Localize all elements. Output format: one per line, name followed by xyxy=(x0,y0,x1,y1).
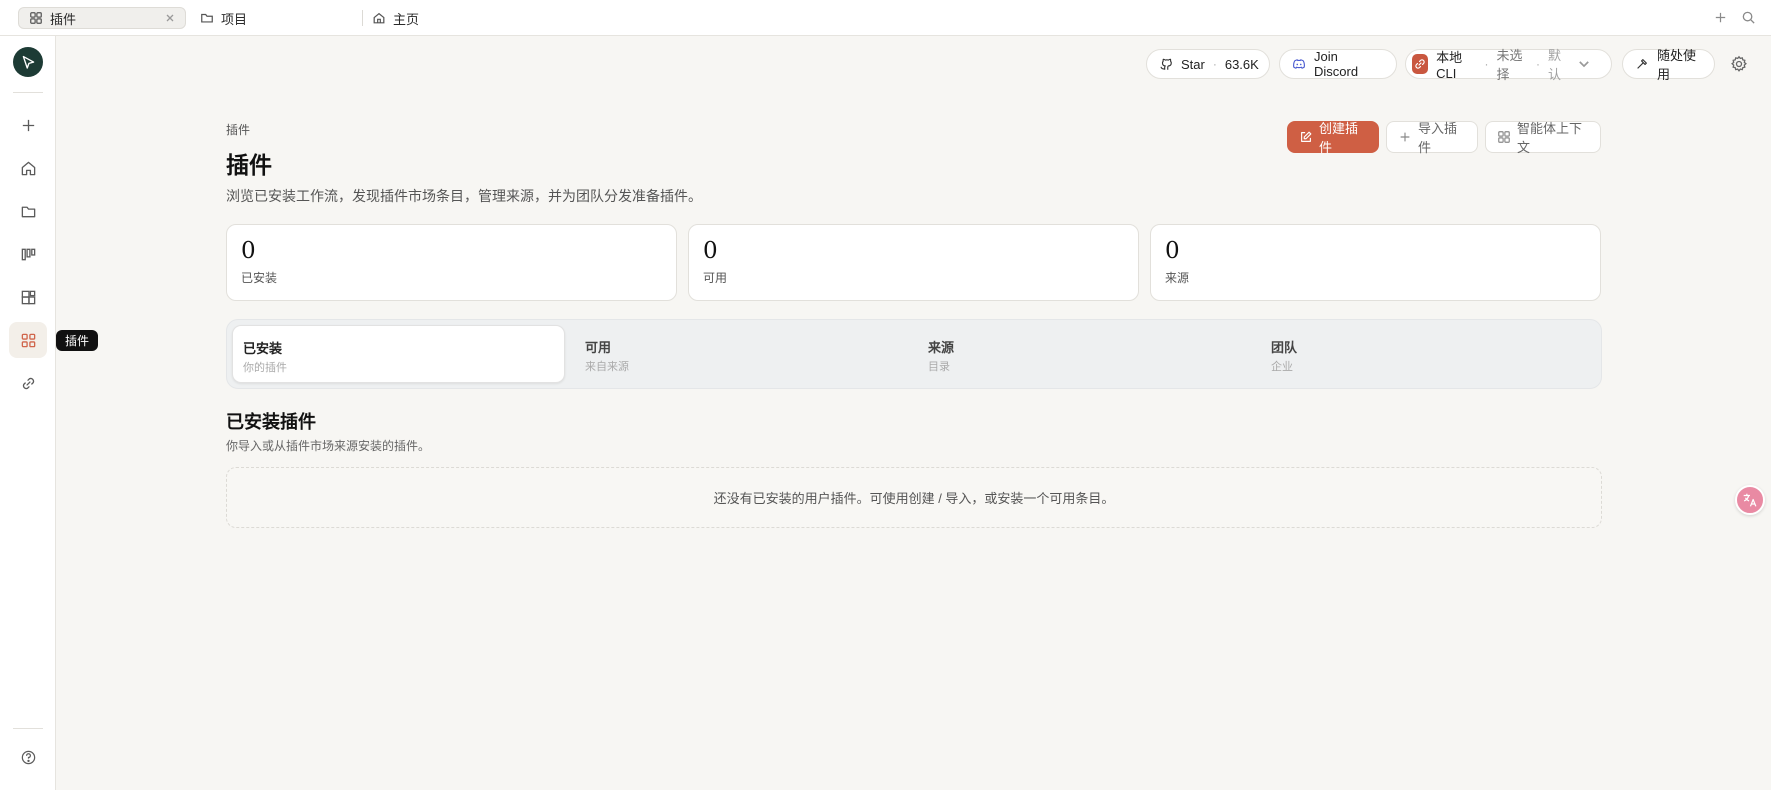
section-description: 你导入或从插件市场来源安装的插件。 xyxy=(226,439,431,453)
cli-selector[interactable]: 本地 CLI · 未选择 · 默认 xyxy=(1405,48,1612,82)
kanban-icon xyxy=(20,246,37,263)
join-discord-button[interactable]: Join Discord xyxy=(1279,49,1397,79)
import-plugin-button[interactable]: 导入插件 xyxy=(1386,121,1478,155)
sidebar-item-home[interactable] xyxy=(9,150,47,186)
tab-plugins[interactable]: 插件 xyxy=(18,7,186,29)
tab-label: 主页 xyxy=(393,11,420,27)
stat-label: 已安装 xyxy=(241,271,278,285)
rail-divider xyxy=(13,92,43,93)
tab-label: 插件 xyxy=(50,11,77,27)
tab-title: 已安装 xyxy=(243,341,283,356)
tab-home[interactable]: 主页 xyxy=(362,7,522,29)
stat-value: 0 xyxy=(703,238,718,264)
sidebar-tooltip: 插件 xyxy=(56,330,99,351)
star-label: Star xyxy=(1181,56,1205,72)
star-count: 63.6K xyxy=(1224,56,1259,72)
stat-card-sources: 0 来源 xyxy=(1150,224,1601,301)
folder-icon xyxy=(20,203,37,220)
hammer-icon xyxy=(1635,57,1657,71)
tab-team[interactable]: 团队 企业 xyxy=(1261,325,1594,383)
tab-available[interactable]: 可用 来自来源 xyxy=(575,325,908,383)
tab-title: 团队 xyxy=(1271,340,1298,355)
sidebar-item-board[interactable] xyxy=(9,236,47,272)
empty-state: 还没有已安装的用户插件。可使用创建 / 导入，或安装一个可用条目。 xyxy=(226,467,1602,528)
sidebar-item-apps[interactable] xyxy=(9,279,47,315)
new-tab-icon[interactable] xyxy=(1713,10,1728,25)
sidebar-item-new[interactable] xyxy=(9,107,47,143)
help-button[interactable] xyxy=(9,739,47,775)
page-title: 插件 xyxy=(226,152,272,179)
section-title: 已安装插件 xyxy=(226,412,316,433)
tab-projects[interactable]: 项目 xyxy=(190,7,350,29)
rail-divider xyxy=(13,728,43,729)
discord-icon xyxy=(1292,57,1314,71)
close-icon[interactable] xyxy=(164,12,176,24)
tab-label: 项目 xyxy=(221,11,248,27)
use-anywhere-label: 随处使用 xyxy=(1657,48,1697,82)
chevron-down-icon xyxy=(1577,57,1599,71)
app-logo[interactable] xyxy=(13,47,43,77)
create-plugin-label: 创建插件 xyxy=(1319,121,1359,155)
tab-sources[interactable]: 来源 目录 xyxy=(918,325,1251,383)
edit-icon xyxy=(1299,130,1319,144)
page-description: 浏览已安装工作流，发现插件市场条目，管理来源，并为团队分发准备插件。 xyxy=(226,188,702,204)
folder-icon xyxy=(200,11,214,25)
tab-subtitle: 你的插件 xyxy=(243,362,287,374)
discord-label: Join Discord xyxy=(1314,49,1359,79)
cli-model: 未选择 xyxy=(1496,48,1523,82)
separator-dot: · xyxy=(1484,57,1489,71)
cli-label: 本地 CLI xyxy=(1436,50,1463,81)
gear-icon[interactable] xyxy=(1730,55,1748,73)
tab-subtitle: 企业 xyxy=(1271,361,1293,373)
translate-icon[interactable] xyxy=(1735,485,1765,515)
grid-icon xyxy=(20,332,37,349)
stat-label: 可用 xyxy=(703,271,728,285)
stat-value: 0 xyxy=(241,238,256,264)
tab-title: 来源 xyxy=(928,340,955,355)
apps-icon xyxy=(20,289,37,306)
github-star-button[interactable]: Star · 63.6K xyxy=(1146,49,1270,79)
grid-icon xyxy=(29,11,43,25)
separator-dot: · xyxy=(1535,57,1540,71)
tab-subtitle: 来自来源 xyxy=(585,361,629,373)
agent-context-label: 智能体上下文 xyxy=(1517,121,1583,155)
import-plugin-label: 导入插件 xyxy=(1418,121,1458,155)
create-plugin-button[interactable]: 创建插件 xyxy=(1287,121,1379,155)
separator-dot: · xyxy=(1212,57,1217,71)
home-icon xyxy=(20,160,37,177)
tab-strip: 插件 项目 主页 xyxy=(0,0,1771,36)
grid-icon xyxy=(1497,130,1517,144)
cli-link-icon xyxy=(1412,54,1429,74)
sidebar-rail xyxy=(0,36,56,790)
plus-icon xyxy=(1398,130,1418,144)
sidebar-item-links[interactable] xyxy=(9,365,47,401)
github-icon xyxy=(1159,57,1181,71)
empty-state-text: 还没有已安装的用户插件。可使用创建 / 导入，或安装一个可用条目。 xyxy=(713,491,1115,506)
stat-card-installed: 0 已安装 xyxy=(226,224,677,301)
tab-subtitle: 目录 xyxy=(928,361,950,373)
agent-context-button[interactable]: 智能体上下文 xyxy=(1485,121,1601,155)
search-icon[interactable] xyxy=(1741,10,1756,25)
stat-label: 来源 xyxy=(1165,271,1190,285)
add-icon xyxy=(20,117,37,134)
stat-value: 0 xyxy=(1165,238,1180,264)
breadcrumb: 插件 xyxy=(226,123,251,137)
help-icon xyxy=(20,749,37,766)
use-anywhere-button[interactable]: 随处使用 xyxy=(1622,48,1715,82)
plugin-tabs: 已安装 你的插件 可用 来自来源 来源 目录 团队 企业 xyxy=(226,319,1602,389)
tab-installed[interactable]: 已安装 你的插件 xyxy=(232,325,565,383)
sidebar-item-plugins[interactable] xyxy=(9,322,47,358)
home-icon xyxy=(372,11,386,25)
sidebar-item-projects[interactable] xyxy=(9,193,47,229)
stat-card-available: 0 可用 xyxy=(688,224,1139,301)
link-icon xyxy=(20,375,37,392)
cli-default: 默认 xyxy=(1547,48,1561,82)
tab-title: 可用 xyxy=(585,340,612,355)
